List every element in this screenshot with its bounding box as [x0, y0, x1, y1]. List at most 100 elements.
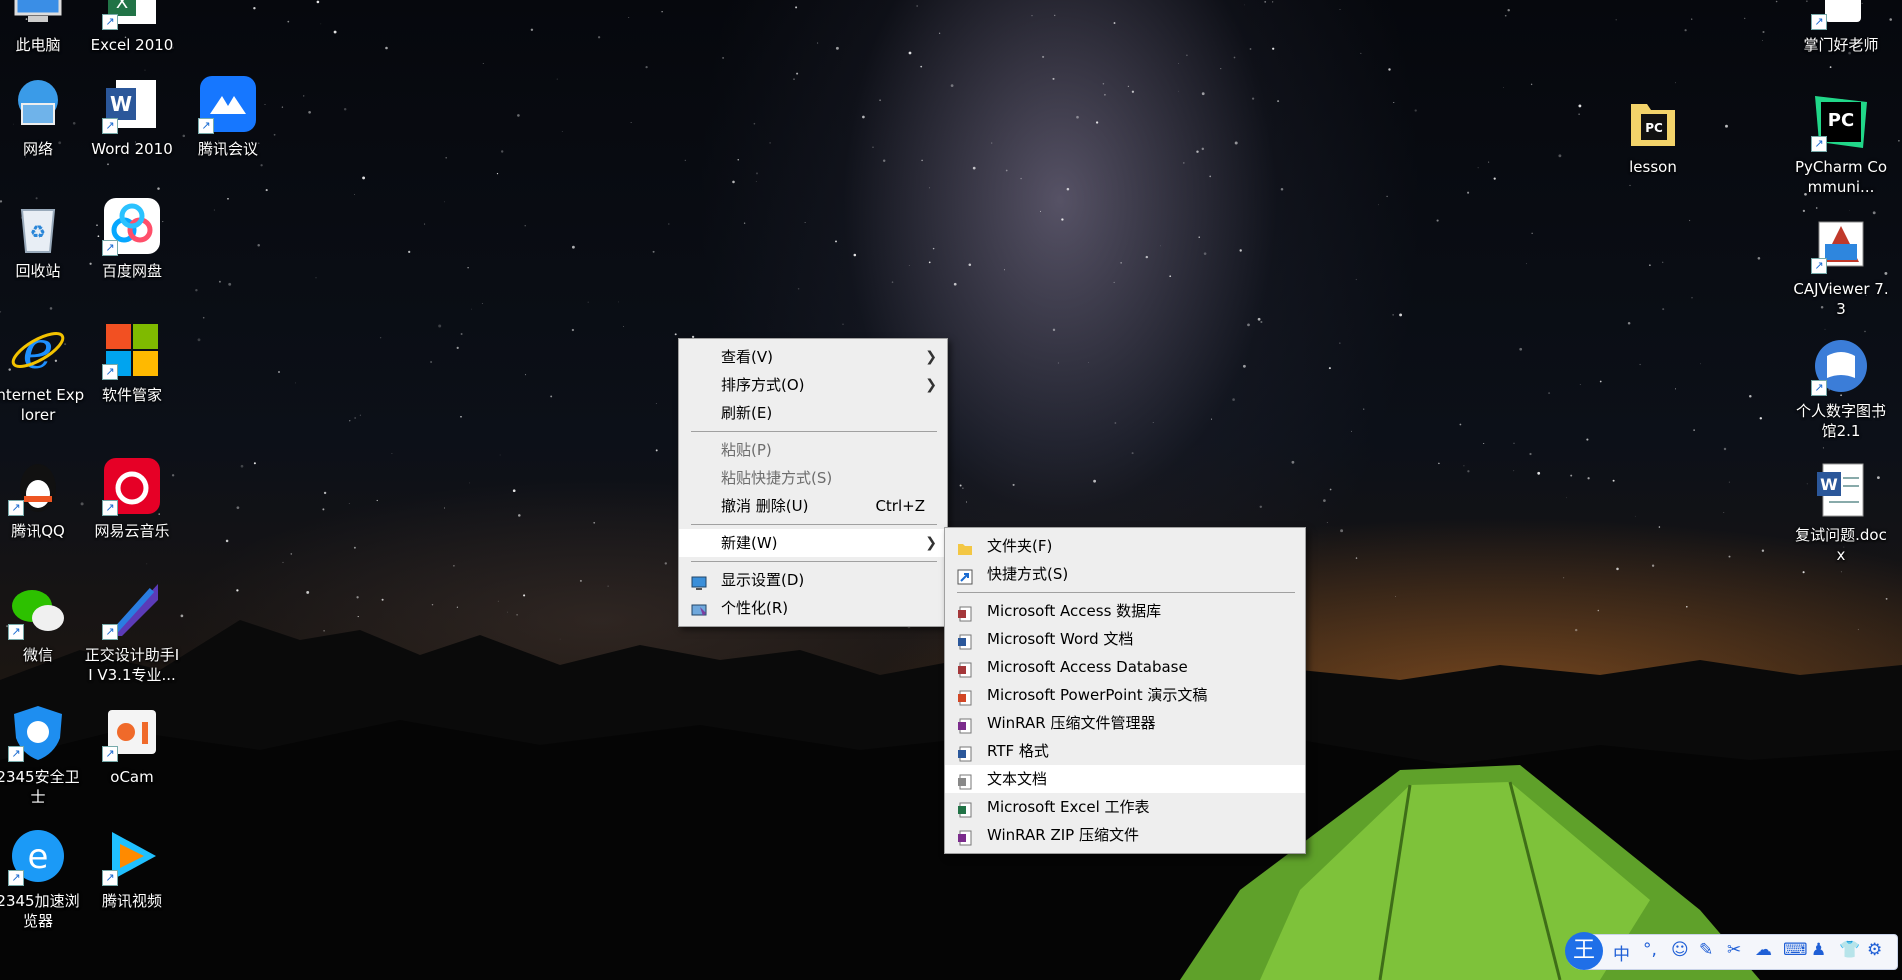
star	[1020, 177, 1022, 180]
menu-item-personalize[interactable]: 个性化(R)	[679, 594, 947, 622]
menu-item-new-shortcut[interactable]: 快捷方式(S)	[945, 560, 1305, 588]
star	[391, 452, 393, 455]
star	[1393, 102, 1395, 103]
star	[1040, 210, 1041, 212]
user-icon[interactable]: ♟	[1811, 940, 1826, 960]
desktop-icon-cajviewer[interactable]: ↗ CAJViewer 7.3	[1793, 214, 1889, 319]
menu-item-new-text-doc[interactable]: 文本文档	[945, 765, 1305, 793]
star	[1244, 4, 1246, 6]
rtf-icon	[957, 743, 973, 762]
star	[1587, 477, 1590, 480]
star	[424, 223, 426, 225]
desktop-icon-2345-security[interactable]: ↗ 2345安全卫士	[0, 702, 86, 807]
emoji-icon[interactable]: ☺	[1671, 940, 1689, 960]
star	[1113, 22, 1116, 24]
star	[1822, 447, 1824, 449]
star	[1691, 18, 1693, 20]
star	[408, 250, 411, 254]
star	[496, 172, 499, 175]
ime-toolbar: 王 中 °, ☺ ✎ ✂ ☁ ⌨ ♟ 👕 ⚙	[1565, 932, 1898, 970]
desktop-icon-ocam[interactable]: ↗ oCam	[84, 702, 180, 787]
gear-icon[interactable]: ⚙	[1867, 940, 1882, 960]
menu-item-sort[interactable]: 排序方式(O) ❯	[679, 371, 947, 399]
menu-item-new-powerpoint[interactable]: Microsoft PowerPoint 演示文稿	[945, 681, 1305, 709]
star	[362, 176, 366, 180]
menu-item-new-rtf[interactable]: RTF 格式	[945, 737, 1305, 765]
menu-item-new-word-doc[interactable]: Microsoft Word 文档	[945, 625, 1305, 653]
desktop-icon-2345-browser[interactable]: e ↗ 2345加速浏览器	[0, 826, 86, 931]
star	[107, 163, 109, 166]
keyboard-icon[interactable]: ⌨	[1783, 940, 1808, 960]
desktop-icon-network[interactable]: 网络	[0, 74, 86, 159]
star	[1386, 195, 1388, 198]
punctuation-icon[interactable]: °,	[1643, 940, 1657, 960]
star	[1529, 452, 1532, 456]
desktop-icon-this-pc[interactable]: 此电脑	[0, 0, 86, 55]
menu-item-new-winrar-zip[interactable]: WinRAR ZIP 压缩文件	[945, 821, 1305, 849]
cloud-icon[interactable]: ☁	[1755, 940, 1772, 960]
menu-item-new-excel[interactable]: Microsoft Excel 工作表	[945, 793, 1305, 821]
pen-icon[interactable]: ✎	[1699, 940, 1713, 960]
menu-item-display-settings[interactable]: 显示设置(D)	[679, 566, 947, 594]
sogou-ime-logo[interactable]: 王	[1565, 932, 1603, 970]
star	[1599, 380, 1602, 383]
star	[1815, 207, 1818, 209]
desktop-icon-tencent-meeting[interactable]: ↗ 腾讯会议	[180, 74, 276, 159]
desktop-icon-lesson[interactable]: PC lesson	[1605, 92, 1701, 177]
star	[617, 301, 619, 303]
desktop-icon-baidu-netdisk[interactable]: ↗ 百度网盘	[84, 196, 180, 281]
menu-item-new-access[interactable]: Microsoft Access 数据库	[945, 597, 1305, 625]
desktop-icon-pycharm[interactable]: PC ↗ PyCharm Communi...	[1793, 92, 1889, 197]
menu-item-new-access[interactable]: Microsoft Access Database	[945, 653, 1305, 681]
submenu-arrow-icon: ❯	[925, 535, 937, 551]
menu-item-undo-delete[interactable]: 撤消 删除(U) Ctrl+Z	[679, 492, 947, 520]
menu-label: 排序方式(O)	[721, 376, 805, 394]
menu-item-refresh[interactable]: 刷新(E)	[679, 399, 947, 427]
star	[1052, 328, 1056, 332]
scissors-icon[interactable]: ✂	[1727, 940, 1741, 960]
star	[862, 115, 865, 119]
star	[684, 159, 686, 161]
desktop-icon-tencent-video[interactable]: ↗ 腾讯视频	[84, 826, 180, 911]
star	[1012, 483, 1015, 486]
ime-mode-chinese[interactable]: 中	[1613, 940, 1630, 965]
desktop-icon-orthogonal-design[interactable]: ↗ 正交设计助手II V3.1专业...	[84, 580, 180, 685]
desktop-icon-word[interactable]: W ↗ Word 2010	[84, 74, 180, 159]
star	[343, 107, 347, 111]
star	[1615, 19, 1617, 21]
menu-item-view[interactable]: 查看(V) ❯	[679, 343, 947, 371]
star	[469, 482, 471, 484]
star	[722, 56, 725, 59]
menu-item-new-folder[interactable]: 文件夹(F)	[945, 532, 1305, 560]
desktop-icon-ie[interactable]: e Internet Explorer	[0, 320, 86, 425]
menu-label: Microsoft Access 数据库	[987, 602, 1162, 620]
desktop-icon-qq[interactable]: ↗ 腾讯QQ	[0, 456, 86, 541]
desktop-icon-netease-music[interactable]: ↗ 网易云音乐	[84, 456, 180, 541]
icon-label: lesson	[1629, 158, 1677, 176]
star	[661, 11, 663, 13]
star	[1264, 1, 1267, 3]
star	[1513, 470, 1515, 472]
star	[1355, 557, 1358, 559]
menu-item-new[interactable]: 新建(W) ❯	[679, 529, 947, 557]
wechat-icon: ↗	[8, 580, 68, 640]
icon-label: 此电脑	[15, 36, 61, 54]
menu-label: 粘贴快捷方式(S)	[721, 469, 833, 487]
desktop-icon-zhangmen[interactable]: ↗ 掌门好老师	[1793, 0, 1889, 55]
menu-item-paste[interactable]: 粘贴(P)	[679, 436, 947, 464]
desktop-icon-wechat[interactable]: ↗ 微信	[0, 580, 86, 665]
star	[1612, 479, 1615, 482]
desktop-icon-software-manager[interactable]: ↗ 软件管家	[84, 320, 180, 405]
star	[1152, 422, 1154, 424]
desktop-icon-excel[interactable]: X ↗ Excel 2010	[84, 0, 180, 55]
desktop-icon-doc-file[interactable]: W 复试问题.docx	[1793, 460, 1889, 565]
qq-icon: ↗	[8, 456, 68, 516]
menu-item-paste-shortcut[interactable]: 粘贴快捷方式(S)	[679, 464, 947, 492]
star	[1088, 362, 1089, 363]
menu-item-new-winrar[interactable]: WinRAR 压缩文件管理器	[945, 709, 1305, 737]
skin-icon[interactable]: 👕	[1839, 940, 1860, 960]
desktop-icon-digital-library[interactable]: ↗ 个人数字图书馆2.1	[1793, 336, 1889, 441]
star	[1355, 278, 1357, 281]
desktop-icon-recycle-bin[interactable]: ♻ 回收站	[0, 196, 86, 281]
star	[1548, 392, 1551, 395]
